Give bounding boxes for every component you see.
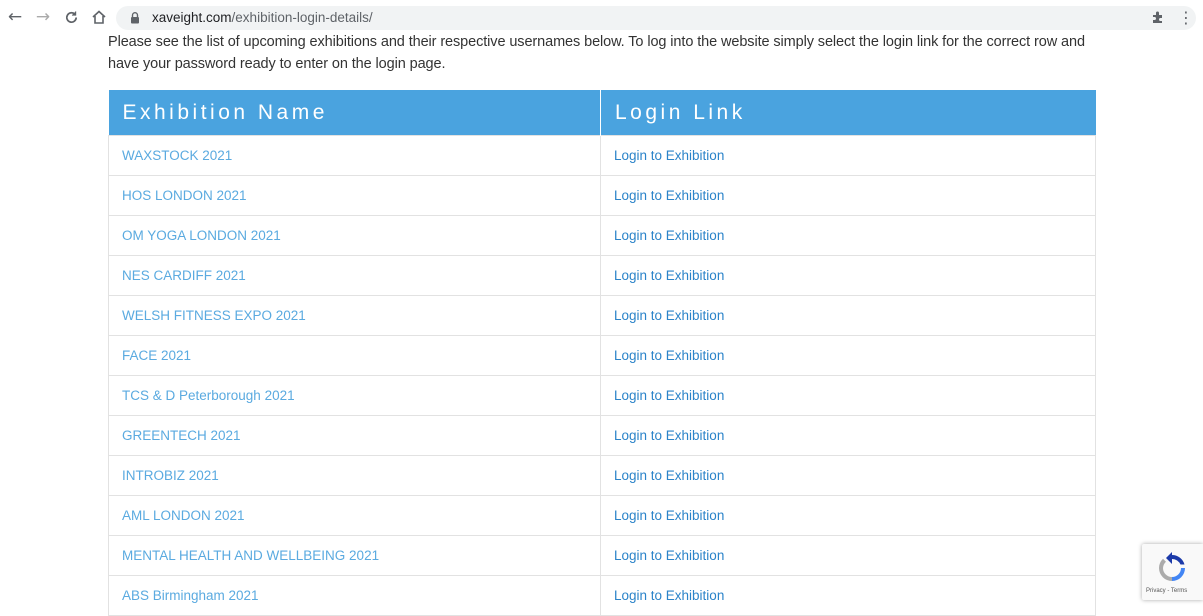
table-row: INTROBIZ 2021 Login to Exhibition xyxy=(108,455,1096,496)
exhibition-name-cell: GREENTECH 2021 xyxy=(108,415,601,456)
login-to-exhibition-link[interactable]: Login to Exhibition xyxy=(614,468,724,483)
header-exhibition-name: Exhibition Name xyxy=(108,90,601,136)
login-link-cell: Login to Exhibition xyxy=(600,255,1096,296)
address-bar[interactable]: xaveight.com/exhibition-login-details/ ☆ xyxy=(116,6,1196,30)
login-link-cell: Login to Exhibition xyxy=(600,335,1096,376)
reload-icon[interactable] xyxy=(60,6,82,28)
table-row: AML LONDON 2021 Login to Exhibition xyxy=(108,495,1096,536)
login-link-cell: Login to Exhibition xyxy=(600,415,1096,456)
exhibition-name-cell: TCS & D Peterborough 2021 xyxy=(108,375,601,416)
forward-arrow-icon[interactable]: → xyxy=(32,6,54,28)
lock-icon xyxy=(131,12,139,24)
recaptcha-icon xyxy=(1159,552,1185,581)
table-header-row: Exhibition Name Login Link xyxy=(108,90,1096,136)
login-link-cell: Login to Exhibition xyxy=(600,535,1096,576)
table-row: TCS & D Peterborough 2021 Login to Exhibi… xyxy=(108,375,1096,416)
menu-icon[interactable]: ⋮ xyxy=(1176,6,1196,28)
table-row: MENTAL HEALTH AND WELLBEING 2021 Login to… xyxy=(108,535,1096,576)
login-to-exhibition-link[interactable]: Login to Exhibition xyxy=(614,388,724,403)
exhibition-name-cell: WELSH FITNESS EXPO 2021 xyxy=(108,295,601,336)
table-row: OM YOGA LONDON 2021 Login to Exhibition xyxy=(108,215,1096,256)
login-to-exhibition-link[interactable]: Login to Exhibition xyxy=(614,308,724,323)
login-to-exhibition-link[interactable]: Login to Exhibition xyxy=(614,548,724,563)
intro-paragraph: Please see the list of upcoming exhibiti… xyxy=(108,34,1085,72)
table-row: WAXSTOCK 2021 Login to Exhibition xyxy=(108,135,1096,176)
login-link-cell: Login to Exhibition xyxy=(600,135,1096,176)
table-row: NES CARDIFF 2021 Login to Exhibition xyxy=(108,255,1096,296)
url-domain: xaveight.com xyxy=(152,10,232,25)
table-row: ABS Birmingham 2021 Login to Exhibition xyxy=(108,575,1096,616)
table-row: WELSH FITNESS EXPO 2021 Login to Exhibiti… xyxy=(108,295,1096,336)
exhibition-name-cell: MENTAL HEALTH AND WELLBEING 2021 xyxy=(108,535,601,576)
login-to-exhibition-link[interactable]: Login to Exhibition xyxy=(614,268,724,283)
table-row: FACE 2021 Login to Exhibition xyxy=(108,335,1096,376)
login-link-cell: Login to Exhibition xyxy=(600,455,1096,496)
login-link-cell: Login to Exhibition xyxy=(600,495,1096,536)
back-arrow-icon[interactable]: ← xyxy=(4,6,26,28)
recaptcha-terms[interactable]: Privacy - Terms xyxy=(1146,588,1187,594)
login-link-cell: Login to Exhibition xyxy=(600,175,1096,216)
exhibition-name-cell: WAXSTOCK 2021 xyxy=(108,135,601,176)
table-row: HOS LONDON 2021 Login to Exhibition xyxy=(108,175,1096,216)
login-to-exhibition-link[interactable]: Login to Exhibition xyxy=(614,148,724,163)
login-to-exhibition-link[interactable]: Login to Exhibition xyxy=(614,228,724,243)
exhibition-table: Exhibition Name Login Link WAXSTOCK 2021… xyxy=(108,90,1096,616)
exhibition-name-cell: FACE 2021 xyxy=(108,335,601,376)
extensions-icon[interactable] xyxy=(1148,6,1168,28)
exhibition-name-cell: AML LONDON 2021 xyxy=(108,495,601,536)
header-login-link: Login Link xyxy=(600,90,1096,136)
home-icon[interactable] xyxy=(88,6,110,28)
exhibition-name-cell: INTROBIZ 2021 xyxy=(108,455,601,496)
login-link-cell: Login to Exhibition xyxy=(600,375,1096,416)
login-link-cell: Login to Exhibition xyxy=(600,295,1096,336)
exhibition-name-cell: NES CARDIFF 2021 xyxy=(108,255,601,296)
login-link-cell: Login to Exhibition xyxy=(600,215,1096,256)
exhibition-name-cell: HOS LONDON 2021 xyxy=(108,175,601,216)
recaptcha-badge[interactable]: Privacy - Terms xyxy=(1142,544,1203,600)
exhibition-name-cell: ABS Birmingham 2021 xyxy=(108,575,601,616)
url-text: xaveight.com/exhibition-login-details/ xyxy=(152,10,373,25)
login-to-exhibition-link[interactable]: Login to Exhibition xyxy=(614,188,724,203)
table-row: GREENTECH 2021 Login to Exhibition xyxy=(108,415,1096,456)
url-path: /exhibition-login-details/ xyxy=(231,10,373,25)
login-link-cell: Login to Exhibition xyxy=(600,575,1096,616)
login-to-exhibition-link[interactable]: Login to Exhibition xyxy=(614,428,724,443)
login-to-exhibition-link[interactable]: Login to Exhibition xyxy=(614,348,724,363)
exhibition-name-cell: OM YOGA LONDON 2021 xyxy=(108,215,601,256)
login-to-exhibition-link[interactable]: Login to Exhibition xyxy=(614,508,724,523)
